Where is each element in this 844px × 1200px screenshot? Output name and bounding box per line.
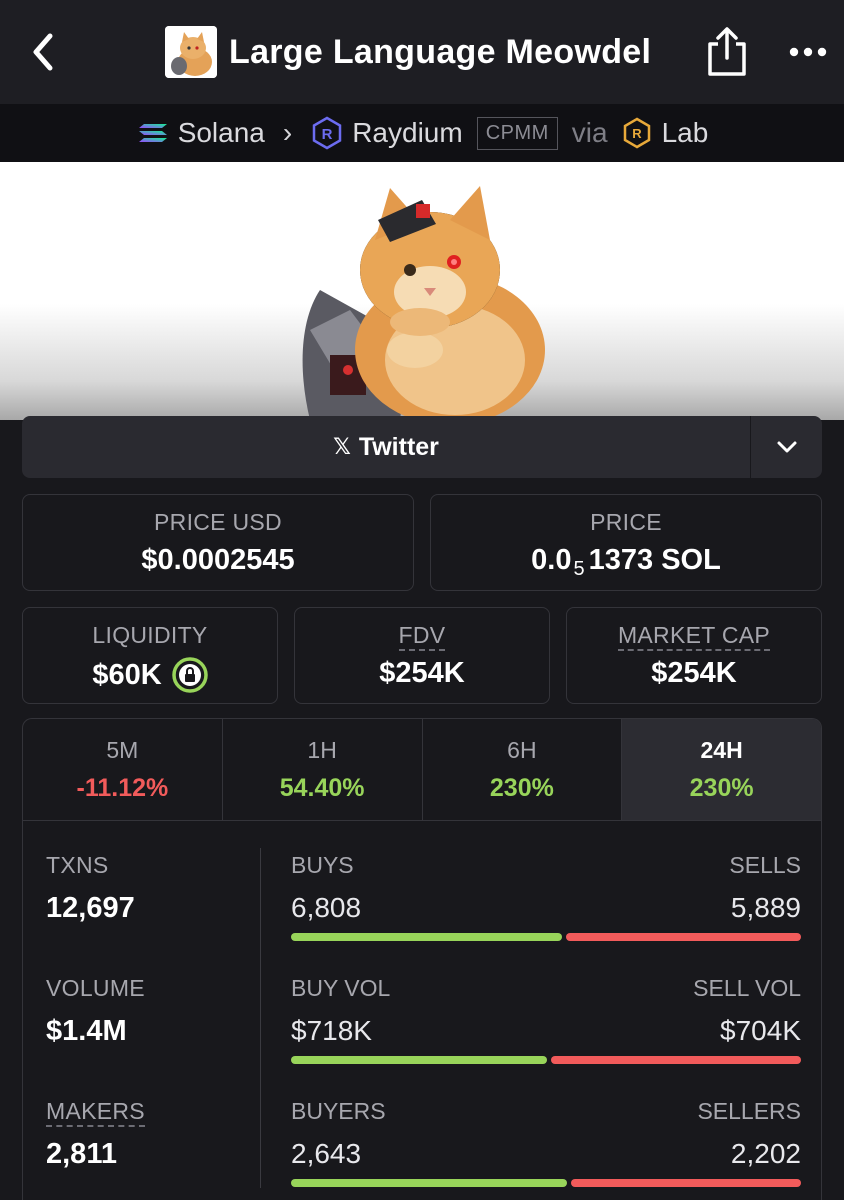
buyers-sellers-bar <box>291 1179 801 1187</box>
chain-breadcrumb: Solana › R Raydium CPMM via R Lab <box>0 104 844 162</box>
svg-text:R: R <box>632 126 642 141</box>
twitter-button[interactable]: 𝕏 Twitter <box>22 416 750 478</box>
timeframe-tabs: 5M -11.12% 1H 54.40% 6H 230% 24H 230% <box>23 719 821 821</box>
tab-5m[interactable]: 5M -11.12% <box>23 719 223 820</box>
token-avatar <box>165 26 217 78</box>
sell-vol-value: $704K <box>720 1015 801 1046</box>
price-suffix: 1373 SOL <box>588 544 721 576</box>
sells-label: SELLS <box>729 852 801 878</box>
chevron-down-icon <box>777 441 796 453</box>
more-options-button[interactable] <box>788 32 828 72</box>
market-cap-value: $254K <box>651 657 737 689</box>
chevron-right-icon: › <box>282 117 293 148</box>
buys-label: BUYS <box>291 852 354 878</box>
share-icon <box>708 27 746 76</box>
page-title: Large Language Meowdel <box>229 32 652 71</box>
social-links-bar: 𝕏 Twitter <box>22 416 822 478</box>
chevron-left-icon <box>33 33 53 71</box>
tab-label: 24H <box>700 737 743 763</box>
back-button[interactable] <box>22 26 66 78</box>
price-usd-label: PRICE USD <box>154 509 282 535</box>
top-bar: Large Language Meowdel <box>0 0 844 104</box>
column-divider <box>260 848 261 1188</box>
makers-value: 2,811 <box>46 1138 117 1170</box>
svg-text:R: R <box>322 126 333 143</box>
sells-bar <box>566 933 801 941</box>
tab-change: -11.12% <box>76 774 169 802</box>
buy-vol-value: $718K <box>291 1015 372 1046</box>
price-native-label: PRICE <box>590 509 662 535</box>
more-dots-icon <box>789 47 827 57</box>
launchpad-link[interactable]: Lab <box>662 117 709 149</box>
links-dropdown-button[interactable] <box>750 416 822 478</box>
cyborg-cat-illustration <box>302 186 545 420</box>
market-cap-label-text: MARKET CAP <box>617 622 771 651</box>
fdv-label-text: FDV <box>398 622 446 651</box>
volume-value: $1.4M <box>46 1015 127 1047</box>
trading-stats-panel: 5M -11.12% 1H 54.40% 6H 230% 24H 230% TX… <box>22 718 822 1200</box>
sellers-value: 2,202 <box>730 1138 801 1169</box>
buy-vol-bar <box>291 1056 547 1064</box>
tab-change: 230% <box>689 774 754 802</box>
tab-24h[interactable]: 24H 230% <box>622 719 821 820</box>
raydium-icon: R <box>310 116 344 150</box>
makers-label: MAKERS <box>46 1098 145 1127</box>
makers-label-text: MAKERS <box>46 1098 145 1127</box>
tab-label: 5M <box>106 737 139 763</box>
volume-label: VOLUME <box>46 975 145 1001</box>
solana-icon <box>136 116 170 150</box>
tab-6h[interactable]: 6H 230% <box>423 719 623 820</box>
sellers-bar <box>571 1179 801 1187</box>
price-usd-value: $0.0002545 <box>141 544 295 576</box>
fdv-label: FDV <box>295 622 549 651</box>
price-usd-card: PRICE USD $0.0002545 <box>22 494 414 591</box>
lock-icon[interactable] <box>171 657 208 693</box>
sells-value: 5,889 <box>730 892 801 923</box>
buy-vol-label: BUY VOL <box>291 975 391 1001</box>
buyers-value: 2,643 <box>291 1138 362 1169</box>
tab-label: 1H <box>307 737 337 763</box>
stats-grid: TXNS 12,697 BUYS SELLS 6,808 5,889 VOLUM… <box>23 822 821 1200</box>
share-button[interactable] <box>706 24 748 78</box>
token-banner <box>0 162 844 420</box>
buys-value: 6,808 <box>291 892 362 923</box>
dex-link[interactable]: Raydium <box>352 117 462 149</box>
chain-link[interactable]: Solana <box>178 117 265 149</box>
price-prefix: 0.0 <box>531 544 572 576</box>
price-zero-count: 5 <box>573 558 585 580</box>
fdv-card[interactable]: FDV $254K <box>294 607 550 704</box>
x-logo-icon: 𝕏 <box>333 434 351 459</box>
txns-label: TXNS <box>46 852 109 878</box>
token-title: Large Language Meowdel <box>165 26 651 78</box>
lab-icon: R <box>620 116 654 150</box>
twitter-label: Twitter <box>358 432 439 461</box>
buys-bar <box>291 933 562 941</box>
buyers-label: BUYERS <box>291 1098 386 1124</box>
buyers-bar <box>291 1179 567 1187</box>
fdv-value: $254K <box>379 657 465 689</box>
tab-change: 54.40% <box>279 774 365 802</box>
sell-vol-bar <box>551 1056 801 1064</box>
tab-change: 230% <box>489 774 554 802</box>
sellers-label: SELLERS <box>697 1098 801 1124</box>
cat-avatar-icon <box>165 26 217 78</box>
price-native-card: PRICE 0.0 5 1373 SOL <box>430 494 822 591</box>
tab-label: 6H <box>507 737 537 763</box>
liquidity-label: LIQUIDITY <box>92 622 208 648</box>
liquidity-card: LIQUIDITY $60K <box>22 607 278 704</box>
txns-value: 12,697 <box>46 892 135 924</box>
liquidity-value: $60K <box>92 658 162 691</box>
buy-sell-vol-bar <box>291 1056 801 1064</box>
via-label: via <box>571 117 608 148</box>
sell-vol-label: SELL VOL <box>693 975 801 1001</box>
tab-1h[interactable]: 1H 54.40% <box>223 719 423 820</box>
market-cap-card[interactable]: MARKET CAP $254K <box>566 607 822 704</box>
pool-type-badge: CPMM <box>476 116 558 150</box>
price-native-value: 0.0 5 1373 SOL <box>431 544 821 580</box>
buys-sells-bar <box>291 933 801 941</box>
liquidity-row: $60K <box>23 657 277 693</box>
market-cap-label: MARKET CAP <box>567 622 821 651</box>
